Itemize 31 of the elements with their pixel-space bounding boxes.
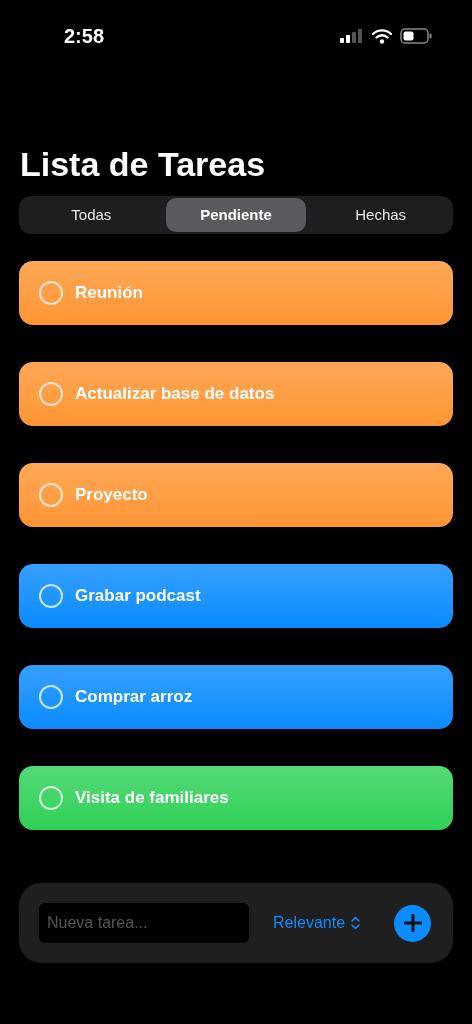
task-checkbox[interactable] (39, 584, 63, 608)
task-checkbox[interactable] (39, 685, 63, 709)
page-title: Lista de Tareas (20, 144, 267, 184)
segment-tab[interactable]: Hechas (310, 198, 451, 232)
task-title: Grabar podcast (75, 585, 201, 608)
battery-icon (400, 28, 432, 44)
segment-tab[interactable]: Pendiente (165, 198, 307, 232)
segment-tab[interactable]: Todas (21, 198, 162, 232)
task-title: Actualizar base de datos (75, 383, 275, 406)
signal-icon (340, 29, 364, 43)
new-task-field[interactable]: Nueva tarea... (39, 903, 249, 943)
task-card[interactable]: Grabar podcast (19, 564, 453, 628)
sort-picker[interactable]: Relevante (273, 911, 361, 935)
add-button[interactable] (394, 904, 431, 942)
task-card[interactable]: Actualizar base de datos (19, 362, 453, 426)
task-title: Comprar arroz (75, 686, 193, 709)
task-card[interactable]: Comprar arroz (19, 665, 453, 729)
task-checkbox[interactable] (39, 483, 63, 507)
wifi-icon (372, 28, 392, 44)
chevron-up-down-icon (351, 916, 361, 930)
task-title: Visita de familiares (75, 787, 229, 810)
status-time: 2:58 (64, 24, 105, 49)
task-checkbox[interactable] (39, 786, 63, 810)
task-checkbox[interactable] (39, 281, 63, 305)
task-title: Proyecto (75, 484, 148, 507)
task-title: Reunión (75, 282, 143, 305)
task-card[interactable]: Reunión (19, 261, 453, 325)
task-card[interactable]: Proyecto (19, 463, 453, 527)
plus-icon (403, 914, 422, 932)
task-card[interactable]: Visita de familiares (19, 766, 453, 830)
task-checkbox[interactable] (39, 382, 63, 406)
